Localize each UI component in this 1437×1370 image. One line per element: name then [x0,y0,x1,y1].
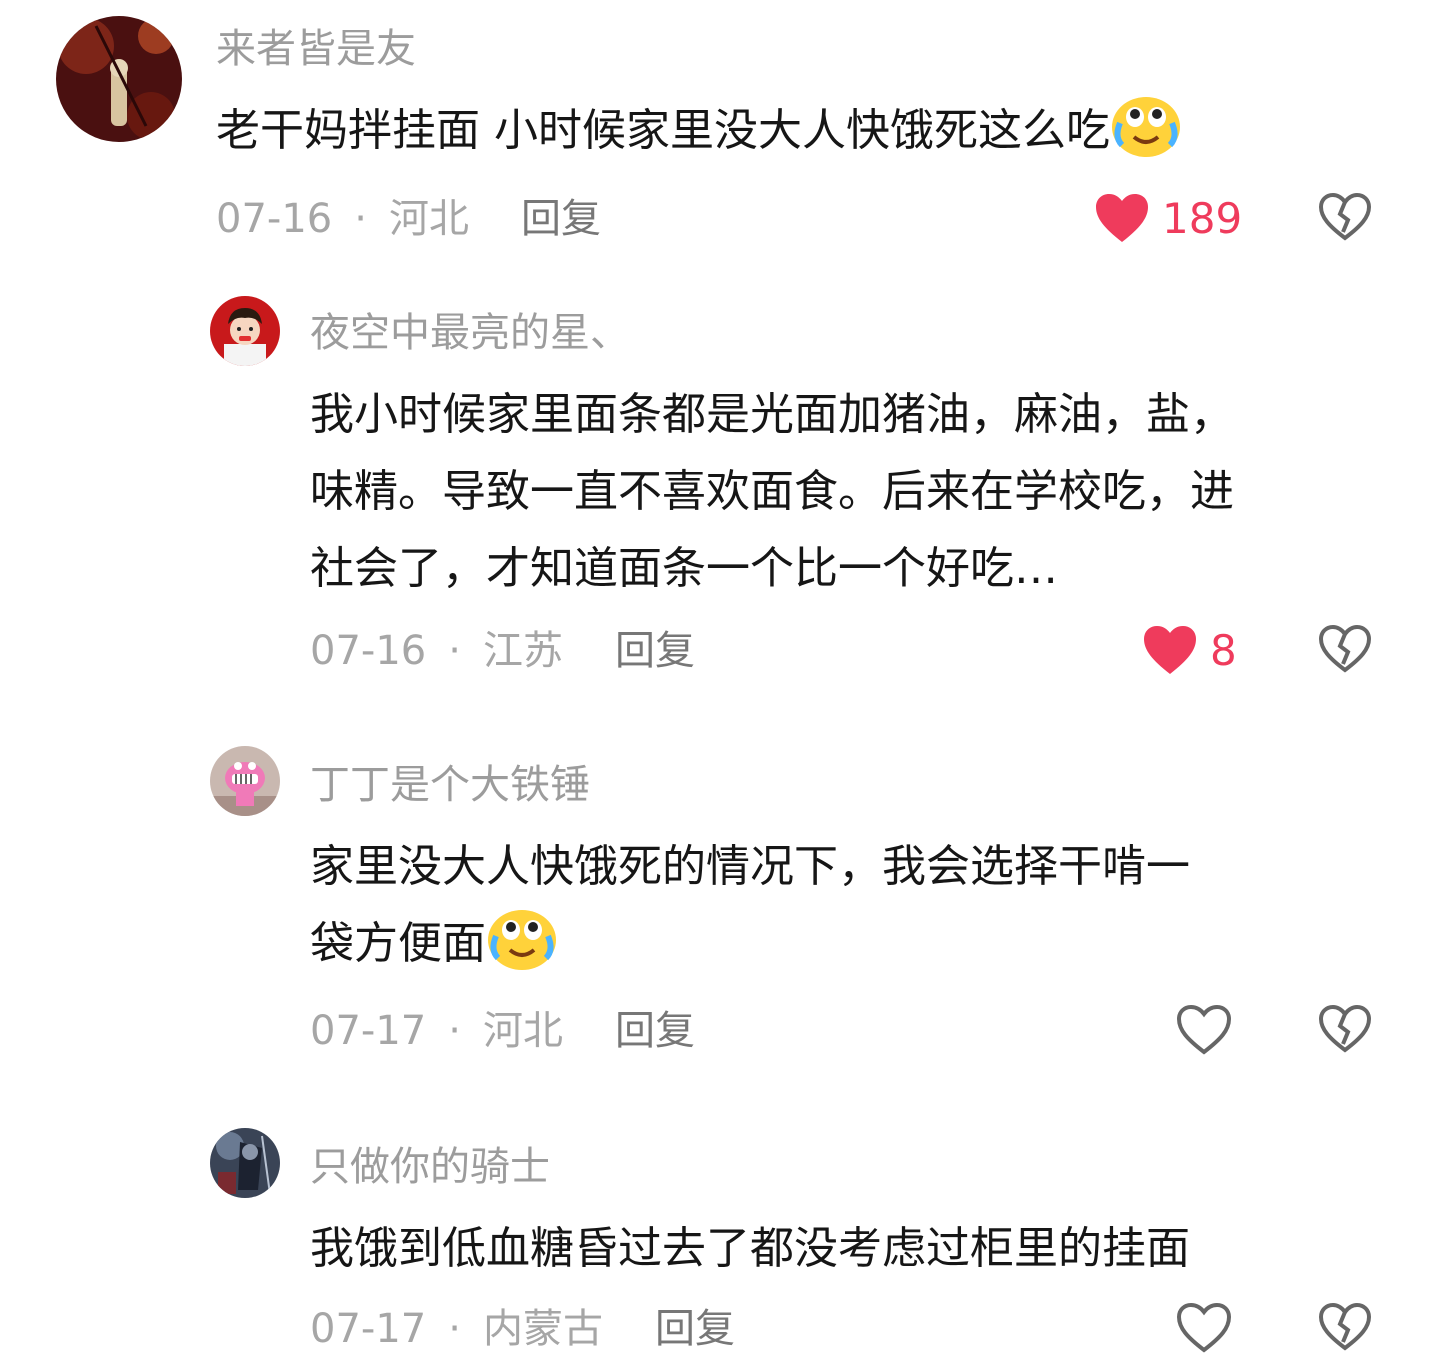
separator: · [354,196,367,242]
username[interactable]: 丁丁是个大铁锤 [310,760,590,810]
avatar[interactable] [210,746,280,816]
like-count: 189 [1162,193,1243,243]
comment-region: 河北 [482,1008,563,1054]
broken-heart-icon [1318,1004,1372,1053]
avatar[interactable] [210,1128,280,1198]
comment-meta: 07-16 · 河北 回复 [216,194,601,244]
reply-button[interactable]: 回复 [655,1306,735,1352]
heart-outline-icon [1176,1004,1232,1055]
dislike-button[interactable] [1318,624,1372,678]
dislike-button[interactable] [1318,192,1372,246]
comment-date: 07-16 [216,196,333,242]
comment-region: 内蒙古 [482,1306,603,1352]
broken-heart-icon [1318,624,1372,673]
comment-text: 我小时候家里面条都是光面加猪油，麻油，盐， 味精。导致一直不喜欢面食。后来在学校… [310,376,1380,607]
like-button[interactable] [1176,1302,1232,1354]
comment-region: 江苏 [482,628,563,674]
tears-of-joy-emoji [1112,97,1180,157]
comment-meta: 07-16 · 江苏 回复 [310,626,695,676]
separator: · [448,1306,461,1352]
dislike-button[interactable] [1318,1004,1372,1058]
reply-button[interactable]: 回复 [615,628,695,674]
comment-text: 我饿到低血糖昏过去了都没考虑过柜里的挂面 [310,1210,1380,1287]
heart-outline-icon [1176,1302,1232,1353]
comment-line: 家里没大人快饿死的情况下，我会选择干啃一 [310,841,1190,892]
broken-heart-icon [1318,192,1372,241]
comment-meta: 07-17 · 河北 回复 [310,1006,695,1056]
comment-date: 07-16 [310,628,427,674]
heart-icon [1096,194,1148,242]
separator: · [448,628,461,674]
like-button[interactable] [1176,1004,1232,1056]
username[interactable]: 夜空中最亮的星、 [310,308,630,358]
comment-region: 河北 [388,196,469,242]
comment-date: 07-17 [310,1306,427,1352]
like-count: 8 [1210,625,1237,675]
separator: · [448,1008,461,1054]
avatar[interactable] [56,16,182,142]
comment-date: 07-17 [310,1008,427,1054]
like-button[interactable]: 189 [1094,192,1242,244]
reply-button[interactable]: 回复 [615,1008,695,1054]
broken-heart-icon [1318,1302,1372,1351]
comment-line: 味精。导致一直不喜欢面食。后来在学校吃，进 [310,466,1234,517]
avatar[interactable] [210,296,280,366]
reply-button[interactable]: 回复 [521,196,601,242]
comment-line: 我饿到低血糖昏过去了都没考虑过柜里的挂面 [310,1223,1190,1274]
like-button[interactable]: 8 [1142,624,1237,676]
comment-line: 袋方便面 [310,905,1380,982]
username[interactable]: 只做你的骑士 [310,1142,550,1192]
username[interactable]: 来者皆是友 [216,24,416,74]
comment-text: 老干妈拌挂面 小时候家里没大人快饿死这么吃 [216,92,1416,169]
comment-line: 我小时候家里面条都是光面加猪油，麻油，盐， [310,389,1234,440]
comment-line: 社会了，才知道面条一个比一个好吃… [310,543,1058,594]
comment-meta: 07-17 · 内蒙古 回复 [310,1304,735,1354]
dislike-button[interactable] [1318,1302,1372,1356]
heart-icon [1144,626,1196,674]
comment-text: 家里没大人快饿死的情况下，我会选择干啃一 袋方便面 [310,828,1380,982]
tears-of-joy-emoji [488,910,556,970]
